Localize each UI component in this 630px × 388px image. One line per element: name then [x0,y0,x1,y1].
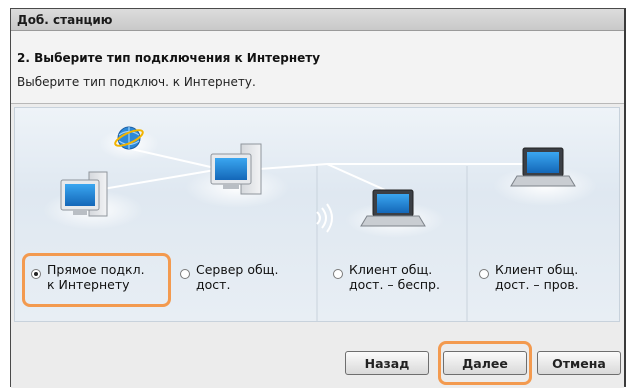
window-title: Доб. станцию [11,9,624,31]
option-label: Клиент общ. дост. – беспр. [349,262,440,292]
option-label: Клиент общ. дост. – пров. [495,262,579,292]
option-wired-client[interactable]: Клиент общ. дост. – пров. [479,262,609,296]
option-sharing-server[interactable]: Сервер общ. дост. [180,262,300,296]
wizard-footer: Назад Далее Отмена [11,331,624,388]
add-station-dialog: Доб. станцию 2. Выберите тип подключения… [10,8,626,388]
radio-wireless-client[interactable] [333,269,343,279]
wizard-header: 2. Выберите тип подключения к Интернету … [11,31,624,104]
radio-direct-connection[interactable] [31,269,41,279]
laptop-icon [493,147,597,206]
radio-sharing-server[interactable] [180,269,190,279]
connection-line [326,163,386,191]
option-label: Сервер общ. дост. [196,262,279,292]
desktop-computer-icon [43,171,143,230]
connection-type-panel: Прямое подкл. к Интернету Сервер общ. до… [14,107,620,322]
radio-wired-client[interactable] [479,269,489,279]
back-button[interactable]: Назад [345,351,429,375]
internet-globe-icon [99,126,159,160]
option-wireless-client[interactable]: Клиент общ. дост. – беспр. [333,262,463,296]
option-direct-connection[interactable]: Прямое подкл. к Интернету [31,262,167,296]
step-subtitle: Выберите тип подключ. к Интернету. [17,75,256,89]
wireless-signal-icon [316,203,333,233]
connection-line [244,163,525,171]
next-button[interactable]: Далее [443,351,527,375]
option-label: Прямое подкл. к Интернету [47,262,145,292]
laptop-icon [345,189,445,238]
cancel-button[interactable]: Отмена [537,351,621,375]
server-computer-icon [185,143,289,208]
step-title: 2. Выберите тип подключения к Интернету [17,51,321,65]
